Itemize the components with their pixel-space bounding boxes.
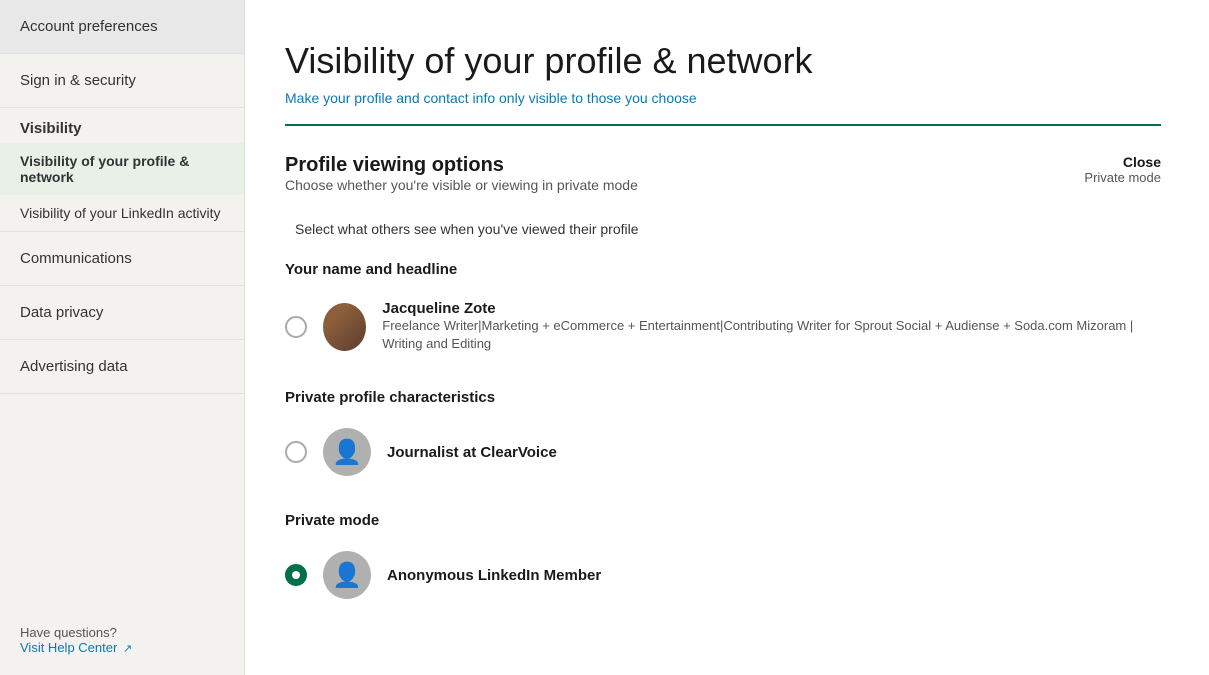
section-title: Profile viewing options (285, 154, 638, 177)
sidebar-section-visibility: Visibility (0, 108, 244, 143)
radio-journalist[interactable] (285, 441, 307, 463)
avatar-jacqueline (323, 303, 366, 351)
help-question: Have questions? (20, 625, 224, 640)
sidebar-item-data-privacy[interactable]: Data privacy (0, 286, 244, 340)
sidebar-item-visibility-profile-network[interactable]: Visibility of your profile & network (0, 143, 244, 195)
section-divider (285, 124, 1161, 126)
person-icon-journalist: 👤 (332, 438, 362, 467)
page-title: Visibility of your profile & network (285, 40, 1161, 82)
option-group-name-headline: Your name and headline Jacqueline Zote F… (285, 261, 1161, 361)
sub-instruction: Select what others see when you've viewe… (285, 221, 1161, 237)
option-text-name-headline: Jacqueline Zote Freelance Writer|Marketi… (382, 300, 1161, 353)
option-group-private-characteristics: Private profile characteristics 👤 Journa… (285, 389, 1161, 484)
option-row-name-headline: Jacqueline Zote Freelance Writer|Marketi… (285, 292, 1161, 361)
option-row-anonymous: 👤 Anonymous LinkedIn Member (285, 543, 1161, 607)
option-group-title-name-headline: Your name and headline (285, 261, 1161, 278)
option-name-anonymous: Anonymous LinkedIn Member (387, 567, 601, 584)
page-subtitle: Make your profile and contact info only … (285, 90, 1161, 106)
section-title-group: Profile viewing options Choose whether y… (285, 154, 638, 215)
sidebar-item-sign-in-security[interactable]: Sign in & security (0, 54, 244, 108)
option-desc-jacqueline: Freelance Writer|Marketing + eCommerce +… (382, 317, 1161, 353)
section-header: Profile viewing options Choose whether y… (285, 154, 1161, 215)
option-text-journalist: Journalist at ClearVoice (387, 444, 557, 461)
option-name-jacqueline: Jacqueline Zote (382, 300, 1161, 317)
section-action: Close Private mode (1084, 154, 1161, 185)
current-mode-label: Private mode (1084, 170, 1161, 185)
option-row-journalist: 👤 Journalist at ClearVoice (285, 420, 1161, 484)
sidebar-item-account-preferences[interactable]: Account preferences (0, 0, 244, 54)
external-link-icon: ↗ (123, 643, 132, 655)
sidebar-item-communications[interactable]: Communications (0, 231, 244, 286)
radio-anonymous[interactable] (285, 564, 307, 586)
option-name-journalist: Journalist at ClearVoice (387, 444, 557, 461)
option-text-anonymous: Anonymous LinkedIn Member (387, 567, 601, 584)
sidebar-item-advertising-data[interactable]: Advertising data (0, 340, 244, 394)
sidebar-footer: Have questions? Visit Help Center ↗ (0, 605, 244, 675)
help-center-link[interactable]: Visit Help Center ↗ (20, 640, 132, 655)
option-group-private-mode: Private mode 👤 Anonymous LinkedIn Member (285, 512, 1161, 607)
avatar-image-jacqueline (323, 303, 366, 351)
sidebar-item-visibility-linkedin-activity[interactable]: Visibility of your LinkedIn activity (0, 195, 244, 231)
sidebar: Account preferences Sign in & security V… (0, 0, 245, 675)
radio-name-headline[interactable] (285, 316, 307, 338)
person-icon-anonymous: 👤 (332, 561, 362, 590)
main-content: Visibility of your profile & network Mak… (245, 0, 1209, 675)
avatar-anonymous: 👤 (323, 551, 371, 599)
close-label: Close (1084, 154, 1161, 170)
avatar-journalist: 👤 (323, 428, 371, 476)
section-desc: Choose whether you're visible or viewing… (285, 177, 638, 193)
option-group-title-private-mode: Private mode (285, 512, 1161, 529)
option-group-title-private-char: Private profile characteristics (285, 389, 1161, 406)
